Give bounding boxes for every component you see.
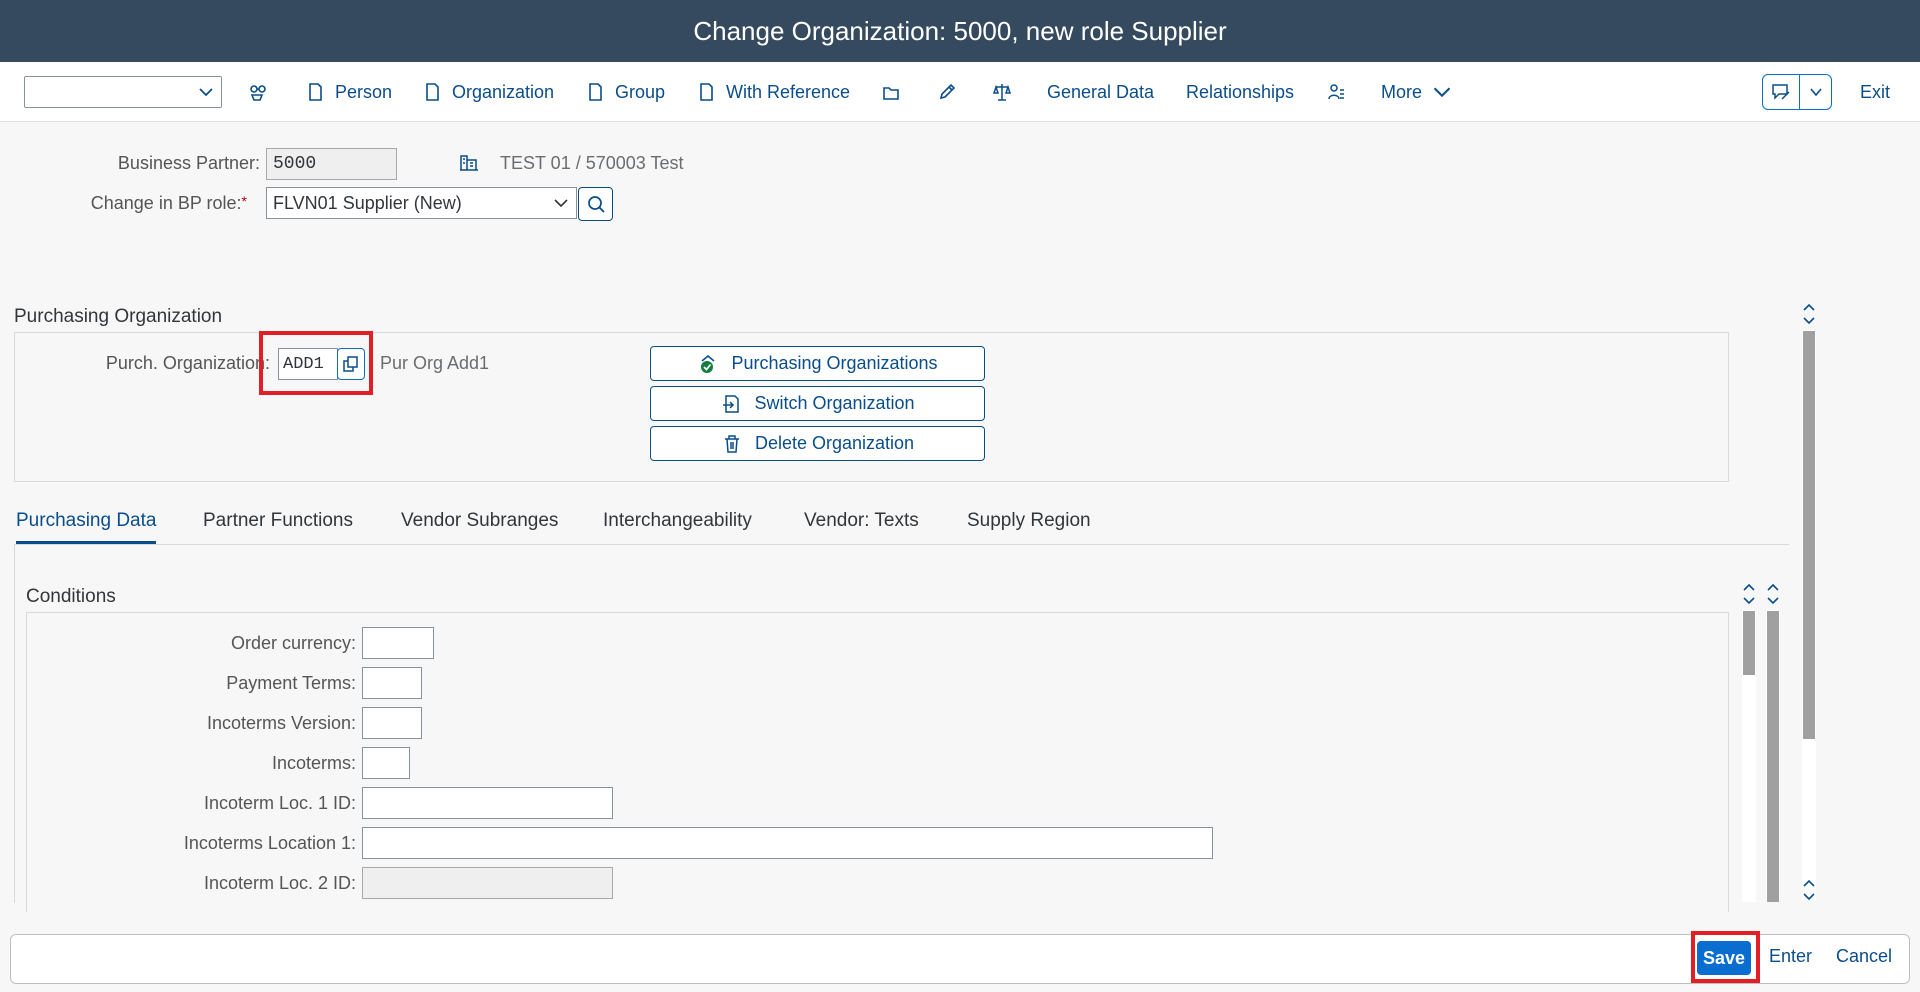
required-asterisk: * [241,193,247,209]
comment-edit-icon [1772,84,1790,100]
glasses-pencil-icon [250,85,266,101]
command-field-dropdown[interactable] [24,76,222,108]
display-options-split-button[interactable] [1762,74,1832,110]
person-list-icon [1328,84,1344,100]
cancel-button[interactable]: Cancel [1836,946,1892,967]
person-label: Person [335,81,393,102]
tab-partner-functions[interactable]: Partner Functions [203,510,353,544]
magnifier-icon [587,196,605,213]
tab-interchangeability[interactable]: Interchangeability [603,510,752,544]
payment-terms-field[interactable] [362,667,422,699]
inner-scrollbar-thumb-2[interactable] [1767,611,1779,902]
chevron-down-icon [199,88,213,97]
general-data-label: General Data [1047,81,1155,102]
purchasing-organizations-button[interactable]: Purchasing Organizations [650,346,985,381]
document-icon [700,83,713,101]
relationships-button[interactable]: Relationships [1186,62,1294,122]
chevron-down-icon [1809,88,1822,97]
check-badge-icon [701,354,715,373]
tab-vendor-subranges[interactable]: Vendor Subranges [401,510,558,544]
folder-icon [883,87,899,100]
exit-button[interactable]: Exit [1860,62,1890,122]
building-icon[interactable] [458,151,480,173]
incoterms-version-field[interactable] [362,707,422,739]
role-search-button[interactable] [578,187,613,221]
bp-role-dropdown[interactable]: FLVN01 Supplier (New) [266,187,577,219]
person-button[interactable]: Person [305,62,392,122]
bp-role-label: Change in BP role:* [40,193,247,214]
incoterm-loc1-id-label: Incoterm Loc. 1 ID: [203,793,356,813]
incoterms-location1-field[interactable] [362,827,1213,859]
enter-button[interactable]: Enter [1769,946,1812,967]
purch-org-highlight-box [259,331,373,395]
outer-scroll-down-icon[interactable] [1802,878,1816,907]
delete-organization-button[interactable]: Delete Organization [650,426,985,461]
chevron-down-icon [554,199,568,208]
person-list-button[interactable] [1326,62,1346,122]
switch-organization-label: Switch Organization [754,393,915,413]
window-title: Change Organization: 5000, new role Supp… [693,15,1227,46]
incoterms-location1-label: Incoterms Location 1: [183,833,356,853]
business-partner-field[interactable]: 5000 [266,148,397,180]
with-reference-label: With Reference [726,81,851,102]
outer-scrollbar-thumb[interactable] [1803,331,1815,739]
more-button[interactable]: More [1381,62,1452,122]
business-partner-label: Business Partner: [117,153,260,173]
inner-scroll-up-icon-1[interactable] [1742,582,1756,611]
with-reference-button[interactable]: With Reference [696,62,850,122]
document-icon [589,83,602,101]
purchasing-organizations-label: Purchasing Organizations [731,353,938,373]
document-icon [309,83,322,101]
comment-edit-button[interactable] [1763,75,1799,109]
outer-scroll-up-icon[interactable] [1802,302,1816,331]
split-dropdown-button[interactable] [1799,75,1831,109]
organization-label: Organization [452,81,555,102]
open-folder-button[interactable] [881,62,901,122]
footer-command-bar [10,934,1910,984]
order-currency-label: Order currency: [230,633,356,653]
chevron-down-icon [1433,87,1451,98]
tab-vendor-texts[interactable]: Vendor: Texts [804,510,919,544]
purch-org-description: Pur Org Add1 [380,353,490,373]
incoterms-field[interactable] [362,747,410,779]
payment-terms-label: Payment Terms: [226,673,356,693]
delete-organization-label: Delete Organization [754,433,915,453]
edit-pencil-button[interactable] [937,62,957,122]
purch-org-label: Purch. Organization: [105,353,270,373]
document-icon [426,83,439,101]
switch-organization-button[interactable]: Switch Organization [650,386,985,421]
purchasing-org-section-title: Purchasing Organization [14,306,223,327]
relationships-label: Relationships [1186,81,1295,102]
tab-supply-region[interactable]: Supply Region [967,510,1091,544]
business-partner-value: 5000 [273,154,317,174]
trash-icon [724,434,739,453]
incoterms-label: Incoterms: [271,753,356,773]
incoterm-loc1-id-field[interactable] [362,787,613,819]
incoterm-loc2-id-field [362,867,613,899]
bp-role-label-text: Change in BP role: [90,193,242,213]
switch-icon [723,394,740,413]
incoterm-loc2-id-label: Incoterm Loc. 2 ID: [203,873,356,893]
compare-button[interactable] [992,62,1012,122]
tab-purchasing-data[interactable]: Purchasing Data [16,510,157,544]
inner-scrollbar-thumb-1[interactable] [1743,611,1755,675]
window-title-bar: Change Organization: 5000, new role Supp… [0,0,1920,62]
business-partner-description: TEST 01 / 570003 Test [500,153,684,173]
more-label: More [1381,81,1423,102]
group-button[interactable]: Group [585,62,665,122]
display-change-button[interactable] [248,62,268,122]
conditions-section-title: Conditions [26,586,116,607]
group-label: Group [615,81,666,102]
incoterms-version-label: Incoterms Version: [206,713,356,733]
bp-role-value: FLVN01 Supplier (New) [273,192,462,213]
general-data-button[interactable]: General Data [1047,62,1154,122]
pencil-icon [939,83,956,100]
organization-button[interactable]: Organization [422,62,554,122]
exit-label: Exit [1860,81,1891,102]
order-currency-field[interactable] [362,627,434,659]
toolbar: Person Organization Group With Reference… [0,62,1920,122]
inner-scroll-up-icon-2[interactable] [1766,582,1780,611]
scales-icon [992,84,1012,101]
save-highlight-box [1691,931,1760,983]
